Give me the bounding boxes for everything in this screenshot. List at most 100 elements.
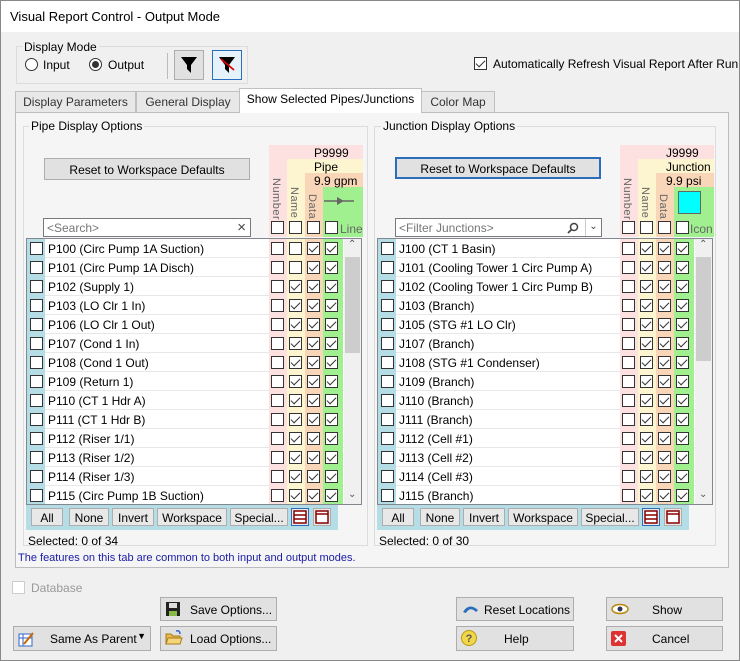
row-select-checkbox[interactable] (30, 261, 43, 274)
show-number-checkbox[interactable] (622, 318, 635, 331)
row-select-checkbox[interactable] (381, 299, 394, 312)
scroll-down-icon[interactable]: ⌄ (348, 489, 356, 500)
show-data-checkbox[interactable] (658, 470, 671, 483)
row-select-checkbox[interactable] (381, 394, 394, 407)
pipe-list-row[interactable]: P107 (Cond 1 In) (27, 334, 361, 353)
show-display-checkbox[interactable] (676, 489, 689, 502)
save-options-button[interactable]: Save Options... (160, 597, 277, 621)
pipe-line-all-checkbox[interactable] (325, 221, 338, 234)
show-name-checkbox[interactable] (289, 299, 302, 312)
pipe-list-row[interactable]: P106 (LO Clr 1 Out) (27, 315, 361, 334)
row-select-checkbox[interactable] (381, 489, 394, 502)
pipe-none-button[interactable]: None (69, 508, 109, 526)
show-number-checkbox[interactable] (622, 299, 635, 312)
show-display-checkbox[interactable] (676, 394, 689, 407)
junction-filter-input[interactable]: <Filter Junctions> ⌄ (395, 218, 602, 237)
pipe-list-row[interactable]: P115 (Circ Pump 1B Suction) (27, 486, 361, 504)
show-number-checkbox[interactable] (622, 470, 635, 483)
cancel-button[interactable]: Cancel (606, 626, 723, 651)
show-display-checkbox[interactable] (676, 356, 689, 369)
tab-display-parameters[interactable]: Display Parameters (15, 91, 136, 113)
show-display-checkbox[interactable] (325, 280, 338, 293)
junction-list-scrollbar[interactable]: ⌃ ⌄ (695, 239, 712, 504)
show-display-checkbox[interactable] (325, 375, 338, 388)
row-select-checkbox[interactable] (381, 242, 394, 255)
show-name-checkbox[interactable] (640, 242, 653, 255)
show-data-checkbox[interactable] (658, 489, 671, 502)
junction-list-row[interactable]: J100 (CT 1 Basin) (378, 239, 712, 258)
show-display-checkbox[interactable] (325, 451, 338, 464)
show-display-checkbox[interactable] (676, 413, 689, 426)
tab-color-map[interactable]: Color Map (421, 91, 495, 113)
row-select-checkbox[interactable] (30, 489, 43, 502)
show-display-checkbox[interactable] (325, 394, 338, 407)
scroll-up-icon[interactable]: ⌃ (348, 239, 356, 250)
scroll-thumb[interactable] (696, 257, 711, 361)
filter-dropdown-chevron-icon[interactable]: ⌄ (585, 219, 601, 236)
show-data-checkbox[interactable] (658, 356, 671, 369)
show-name-checkbox[interactable] (640, 337, 653, 350)
show-name-checkbox[interactable] (640, 451, 653, 464)
show-number-checkbox[interactable] (271, 451, 284, 464)
expand-rows-button[interactable] (642, 508, 660, 526)
row-select-checkbox[interactable] (30, 356, 43, 369)
show-button[interactable]: Show (606, 597, 723, 621)
pipe-list-scrollbar[interactable]: ⌃ ⌄ (344, 239, 361, 504)
show-number-checkbox[interactable] (271, 413, 284, 426)
show-data-checkbox[interactable] (658, 432, 671, 445)
pipe-list-row[interactable]: P109 (Return 1) (27, 372, 361, 391)
show-data-checkbox[interactable] (658, 451, 671, 464)
clear-search-icon[interactable]: × (237, 219, 246, 236)
junction-list-row[interactable]: J115 (Branch) (378, 486, 712, 504)
pipe-list-row[interactable]: P100 (Circ Pump 1A Suction) (27, 239, 361, 258)
pipe-list-row[interactable]: P110 (CT 1 Hdr A) (27, 391, 361, 410)
show-number-checkbox[interactable] (271, 261, 284, 274)
row-select-checkbox[interactable] (381, 470, 394, 483)
show-number-checkbox[interactable] (271, 280, 284, 293)
show-display-checkbox[interactable] (325, 299, 338, 312)
row-select-checkbox[interactable] (381, 280, 394, 293)
show-data-checkbox[interactable] (658, 261, 671, 274)
show-name-checkbox[interactable] (289, 242, 302, 255)
show-data-checkbox[interactable] (658, 413, 671, 426)
show-number-checkbox[interactable] (622, 337, 635, 350)
junction-all-button[interactable]: All (382, 508, 414, 526)
show-display-checkbox[interactable] (676, 432, 689, 445)
pipe-list-row[interactable]: P108 (Cond 1 Out) (27, 353, 361, 372)
show-display-checkbox[interactable] (676, 318, 689, 331)
input-radio[interactable] (25, 58, 38, 71)
load-options-button[interactable]: Load Options... (160, 626, 277, 651)
show-display-checkbox[interactable] (325, 242, 338, 255)
show-data-checkbox[interactable] (307, 299, 320, 312)
show-data-checkbox[interactable] (307, 337, 320, 350)
show-number-checkbox[interactable] (271, 375, 284, 388)
tab-general-display[interactable]: General Display (136, 91, 240, 113)
pipe-name-all-checkbox[interactable] (289, 221, 302, 234)
show-number-checkbox[interactable] (271, 470, 284, 483)
show-data-checkbox[interactable] (658, 242, 671, 255)
row-select-checkbox[interactable] (381, 451, 394, 464)
show-name-checkbox[interactable] (289, 337, 302, 350)
show-display-checkbox[interactable] (325, 261, 338, 274)
scroll-thumb[interactable] (345, 257, 360, 353)
pipe-invert-button[interactable]: Invert (112, 508, 154, 526)
show-name-checkbox[interactable] (289, 432, 302, 445)
tab-show-selected[interactable]: Show Selected Pipes/Junctions (239, 88, 422, 113)
show-display-checkbox[interactable] (676, 337, 689, 350)
show-name-checkbox[interactable] (289, 451, 302, 464)
pipe-list-row[interactable]: P113 (Riser 1/2) (27, 448, 361, 467)
show-number-checkbox[interactable] (622, 280, 635, 293)
show-data-checkbox[interactable] (658, 375, 671, 388)
pipe-data-all-checkbox[interactable] (307, 221, 320, 234)
show-name-checkbox[interactable] (289, 413, 302, 426)
row-select-checkbox[interactable] (30, 451, 43, 464)
show-name-checkbox[interactable] (289, 261, 302, 274)
expand-rows-button[interactable] (291, 508, 309, 526)
show-name-checkbox[interactable] (640, 299, 653, 312)
show-number-checkbox[interactable] (271, 489, 284, 502)
auto-refresh-checkbox[interactable] (474, 57, 487, 70)
show-number-checkbox[interactable] (271, 432, 284, 445)
show-name-checkbox[interactable] (289, 470, 302, 483)
show-number-checkbox[interactable] (271, 242, 284, 255)
pipe-list-row[interactable]: P111 (CT 1 Hdr B) (27, 410, 361, 429)
